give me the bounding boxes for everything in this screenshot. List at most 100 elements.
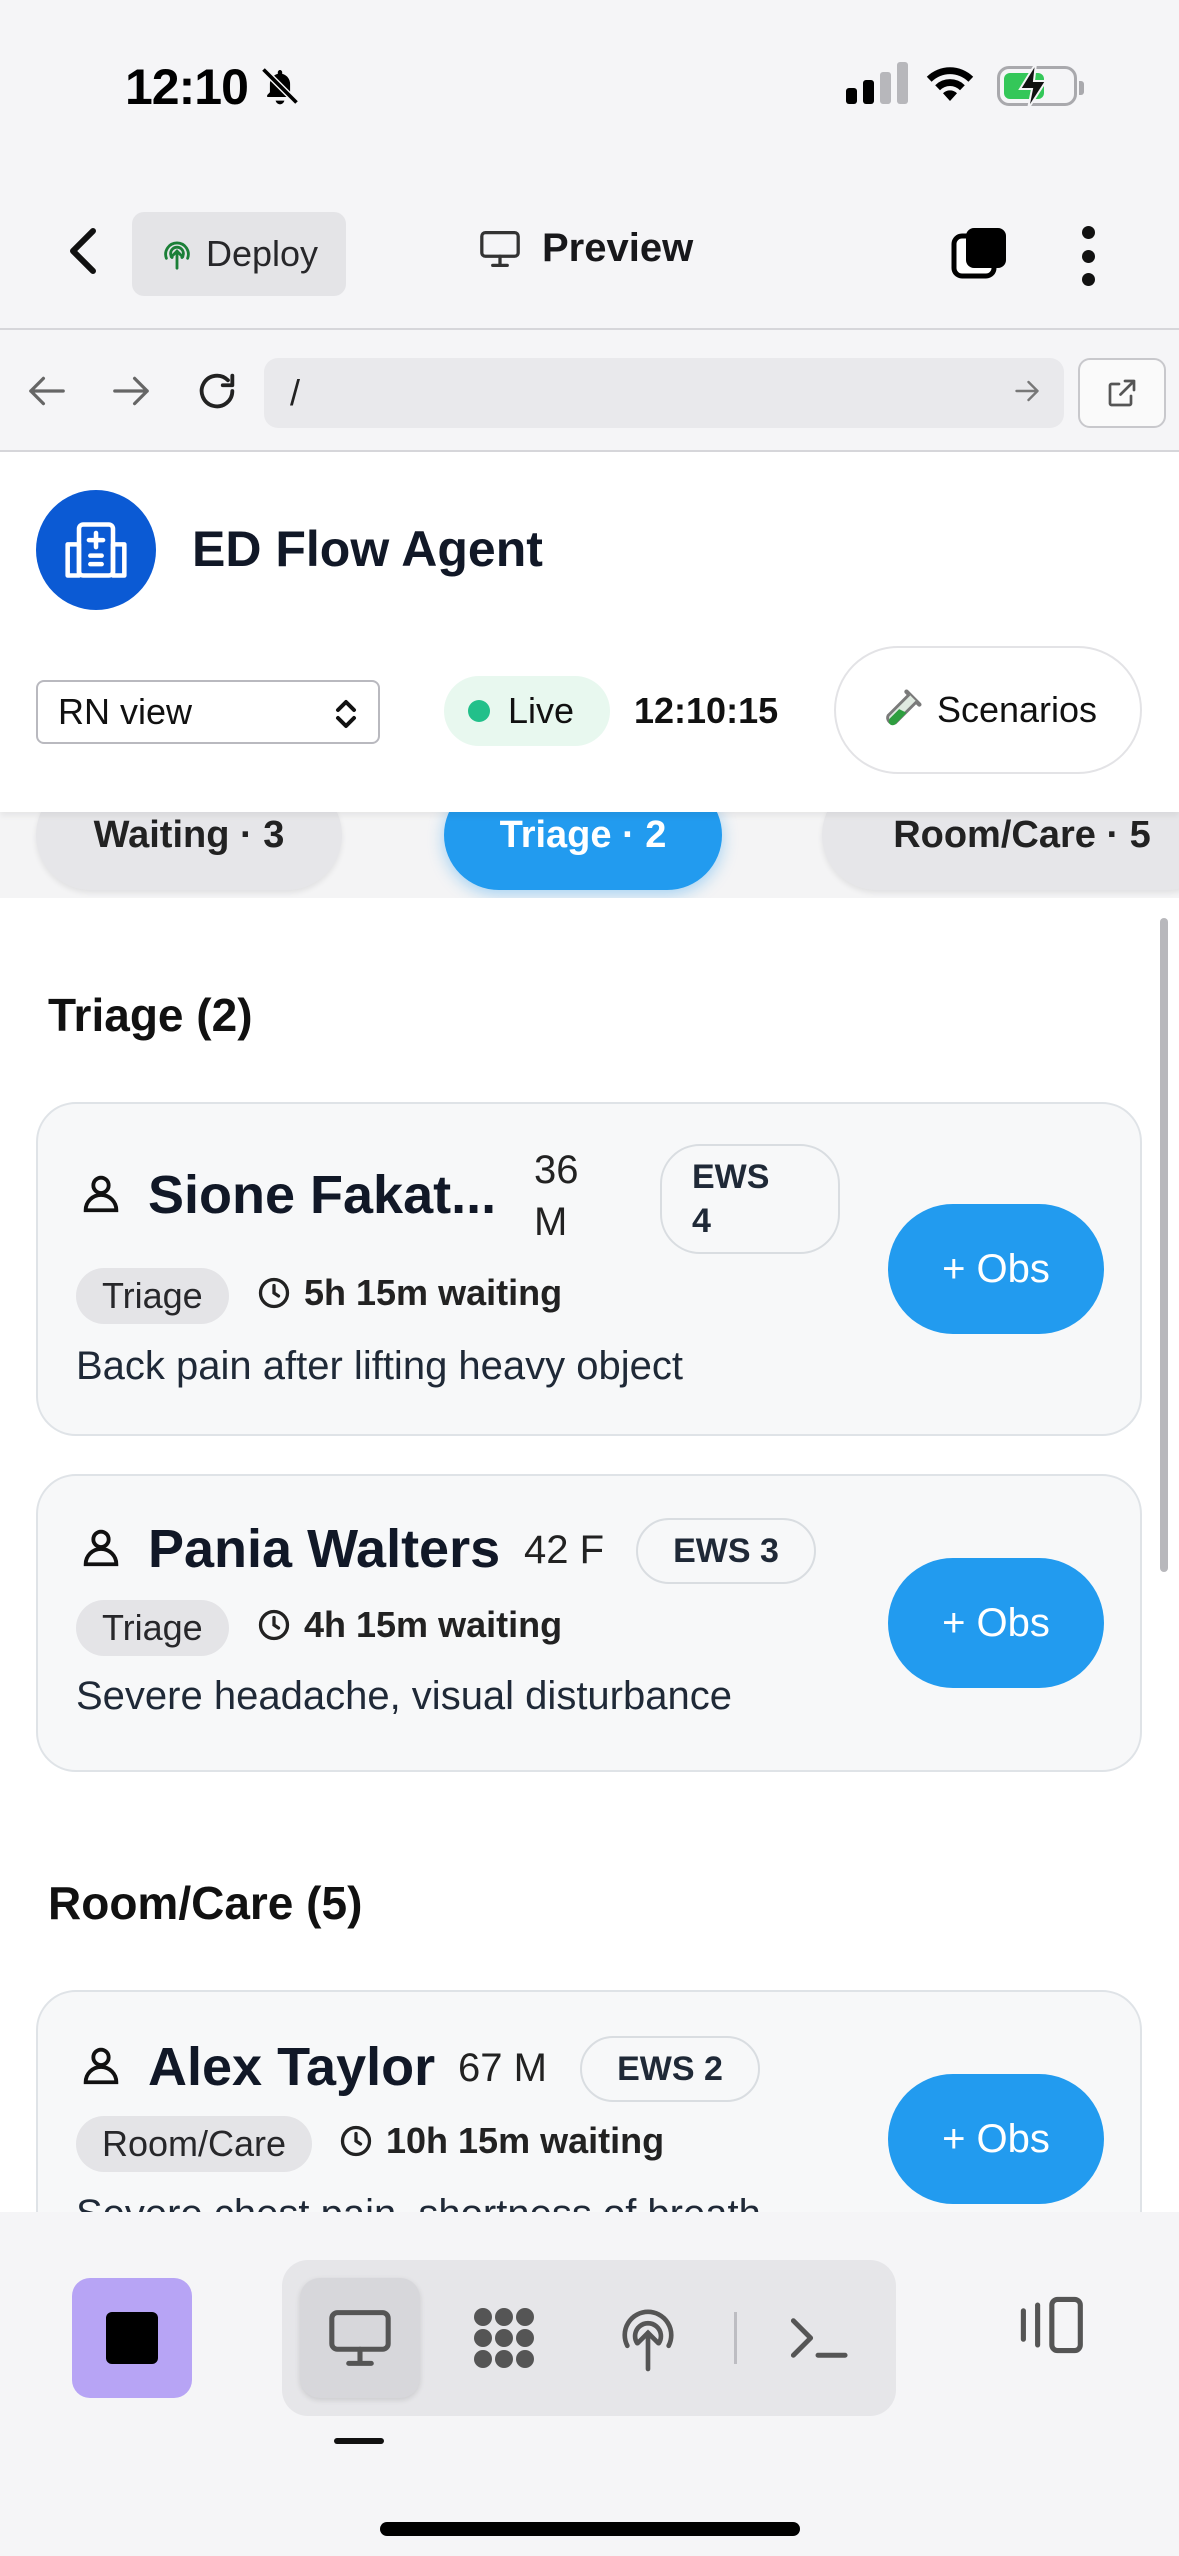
patient-age-sex: 36 M — [534, 1144, 579, 1248]
preview-label: Preview — [542, 226, 694, 270]
live-dot-icon — [468, 700, 490, 722]
toolbar-divider — [734, 2312, 737, 2364]
terminal-tool-button[interactable] — [758, 2278, 878, 2398]
hospital-logo-icon — [36, 490, 156, 610]
status-badge: Triage — [76, 1600, 229, 1656]
chief-complaint: Severe chest pain, shortness of breath — [76, 2192, 761, 2212]
patient-name: Pania Walters — [148, 1519, 501, 1579]
status-time: 12:10 — [125, 59, 249, 115]
view-select-value: RN view — [58, 691, 193, 732]
chief-complaint: Severe headache, visual disturbance — [76, 1674, 732, 1718]
deploy-button[interactable]: Deploy — [132, 212, 346, 296]
wait-time-text: 5h 15m waiting — [304, 1272, 563, 1313]
arrow-left-icon — [29, 376, 65, 406]
apps-icon — [474, 2308, 534, 2368]
patient-age-sex: 42 F — [524, 1528, 605, 1572]
add-obs-button[interactable]: + Obs — [888, 1204, 1104, 1334]
person-icon — [83, 1175, 119, 1213]
patient-card[interactable]: Alex Taylor 67 M EWS 2 Room/Care 10h 15m… — [36, 1990, 1142, 2212]
preview-tab[interactable]: Preview — [478, 226, 693, 271]
ews-badge: EWS 3 — [636, 1518, 816, 1584]
patient-name: Sione Fakat... — [148, 1165, 497, 1225]
terminal-icon — [790, 2318, 848, 2358]
test-tube-icon — [886, 689, 922, 726]
wait-time-text: 4h 15m waiting — [304, 1604, 563, 1645]
chief-complaint: Back pain after lifting heavy object — [76, 1344, 684, 1388]
patient-name: Alex Taylor — [148, 2037, 436, 2097]
status-badge: Room/Care — [76, 2116, 313, 2172]
apps-tool-button[interactable] — [444, 2278, 564, 2398]
app-header: ED Flow Agent RN view Live 12:10:15 Scen… — [0, 452, 1179, 812]
patient-card[interactable]: Pania Walters 42 F EWS 3 Triage 4h 15m w… — [36, 1474, 1142, 1772]
patient-card[interactable]: Sione Fakat... 36 M EWS 4 Triage 5h 15m … — [36, 1102, 1142, 1436]
scenarios-button[interactable]: Scenarios — [834, 646, 1142, 774]
go-arrow-icon[interactable] — [1012, 376, 1042, 406]
app-title: ED Flow Agent — [192, 521, 543, 577]
reload-button[interactable] — [192, 366, 242, 416]
monitor-icon — [480, 230, 520, 267]
browser-back-button[interactable] — [22, 366, 72, 416]
wifi-icon — [926, 67, 974, 101]
person-icon — [83, 1529, 119, 1567]
patient-age-sex: 67 M — [458, 2046, 547, 2090]
chevron-left-icon — [70, 228, 96, 274]
add-obs-button[interactable]: + Obs — [888, 1558, 1104, 1688]
live-label: Live — [508, 690, 575, 731]
arrow-right-icon — [113, 376, 149, 406]
section-title-triage: Triage (2) — [48, 989, 253, 1041]
home-indicator — [380, 2522, 800, 2536]
scrollbar[interactable] — [1160, 918, 1168, 1572]
person-icon — [83, 2047, 119, 2085]
cellular-signal-icon — [846, 62, 908, 104]
stop-button[interactable] — [72, 2278, 192, 2398]
desktop-icon — [329, 2310, 391, 2366]
app-bar: Deploy Preview — [0, 170, 1179, 330]
deploy-tool-button[interactable] — [588, 2278, 708, 2398]
bell-muted-icon — [261, 67, 299, 105]
view-select[interactable]: RN view — [36, 680, 380, 744]
wait-time-text: 10h 15m waiting — [386, 2120, 665, 2161]
browser-forward-button[interactable] — [106, 366, 156, 416]
active-tab-indicator — [334, 2438, 384, 2444]
live-clock: 12:10:15 — [634, 690, 779, 731]
stop-icon — [106, 2312, 158, 2364]
panel-icon — [1020, 2296, 1083, 2354]
ews-label: EWS — [692, 1158, 770, 1196]
ews-badge: EWS 4 — [660, 1144, 840, 1254]
tabs-icon[interactable] — [950, 224, 1010, 284]
deploy-label: Deploy — [206, 233, 319, 274]
ews-value: 4 — [692, 1202, 711, 1240]
patient-age: 36 — [534, 1148, 579, 1192]
status-bar: 12:10 — [0, 0, 1179, 170]
more-options-icon[interactable] — [1080, 226, 1096, 286]
reload-icon — [199, 373, 235, 409]
external-link-icon — [1108, 379, 1136, 407]
tool-switcher — [282, 2260, 896, 2416]
desktop-tool-button[interactable] — [300, 2278, 420, 2398]
url-text: / — [290, 372, 301, 413]
bottom-toolbar — [0, 2212, 1179, 2556]
clock-icon — [258, 1277, 290, 1309]
open-external-button[interactable] — [1078, 358, 1166, 428]
ews-badge: EWS 2 — [580, 2036, 760, 2102]
patient-list[interactable]: Triage (2) Sione Fakat... 36 M EWS 4 Tri… — [0, 898, 1179, 2212]
wait-time: 5h 15m waiting — [256, 1272, 562, 1314]
back-button[interactable] — [60, 226, 110, 276]
deploy-antenna-icon — [622, 2309, 674, 2372]
scenarios-label: Scenarios — [936, 689, 1098, 730]
battery-icon — [997, 63, 1084, 109]
live-status-badge: Live — [444, 676, 610, 746]
url-input[interactable]: / — [264, 358, 1064, 428]
wait-time: 10h 15m waiting — [338, 2120, 664, 2162]
patient-sex: M — [534, 1200, 568, 1244]
add-obs-button[interactable]: + Obs — [888, 2074, 1104, 2204]
panel-toggle-button[interactable] — [1004, 2280, 1094, 2370]
select-chevron-icon — [336, 700, 356, 728]
clock-icon — [258, 1609, 290, 1641]
browser-bar: / — [0, 330, 1179, 452]
deploy-icon — [164, 241, 190, 270]
clock-icon — [340, 2125, 372, 2157]
status-badge: Triage — [76, 1268, 229, 1324]
wait-time: 4h 15m waiting — [256, 1604, 562, 1646]
section-title-room-care: Room/Care (5) — [48, 1877, 363, 1929]
